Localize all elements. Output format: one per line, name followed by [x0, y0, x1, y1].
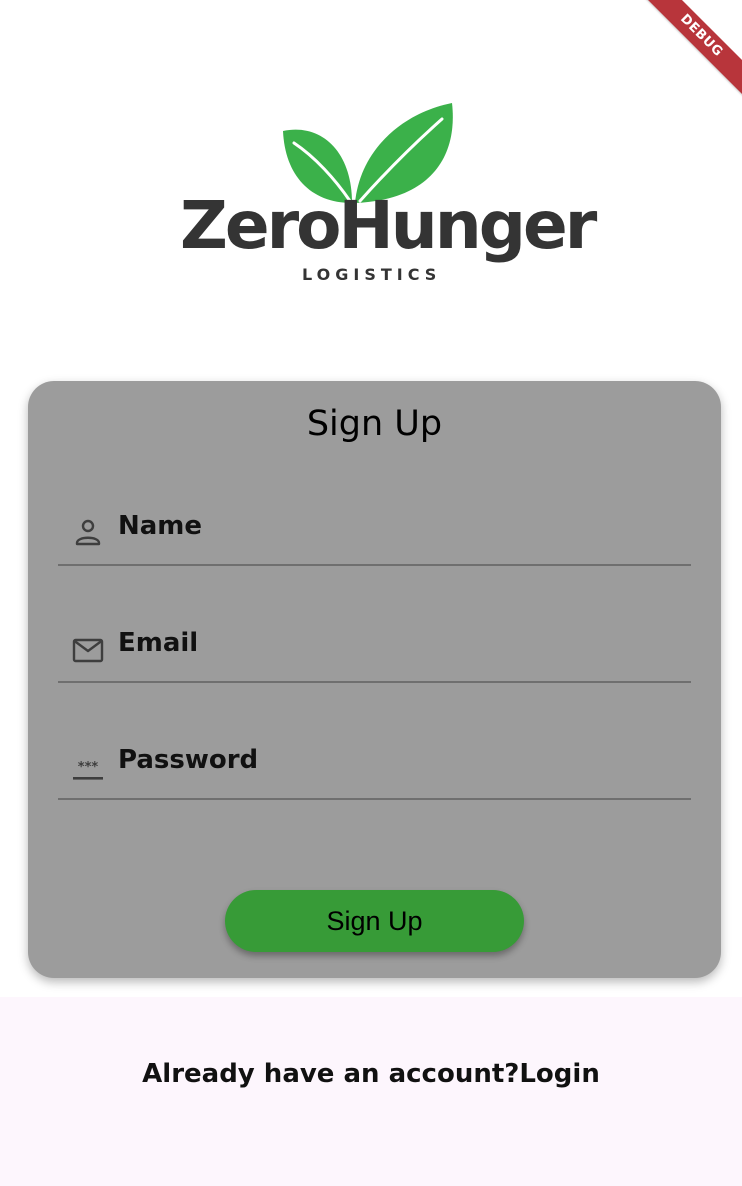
login-prompt-text: Already have an account?	[142, 1059, 520, 1089]
password-icon: ***	[73, 760, 103, 780]
login-link[interactable]: Login	[519, 1059, 599, 1089]
email-field-label: Email	[118, 628, 199, 658]
signup-card: Sign Up Name Email *** Password Sign Up	[28, 381, 721, 978]
name-field[interactable]: Name	[58, 508, 691, 566]
logo-subtitle: LOGISTICS	[302, 265, 442, 284]
footer-area: Already have an account?Login	[0, 997, 742, 1186]
logo-wordmark: ZeroHunger	[180, 187, 597, 264]
password-field-label: Password	[118, 745, 259, 775]
form-title: Sign Up	[306, 404, 443, 444]
person-icon	[75, 519, 101, 546]
debug-banner: DEBUG	[639, 0, 742, 98]
login-prompt: Already have an account?Login	[0, 1057, 742, 1091]
mail-icon	[72, 638, 104, 663]
zerohunger-logo: ZeroHunger LOGISTICS	[170, 95, 597, 295]
email-field[interactable]: Email	[58, 625, 691, 683]
password-field[interactable]: *** Password	[58, 742, 691, 800]
signup-button[interactable]: Sign Up	[225, 890, 524, 952]
svg-text:***: ***	[78, 760, 99, 775]
name-field-label: Name	[118, 511, 203, 541]
